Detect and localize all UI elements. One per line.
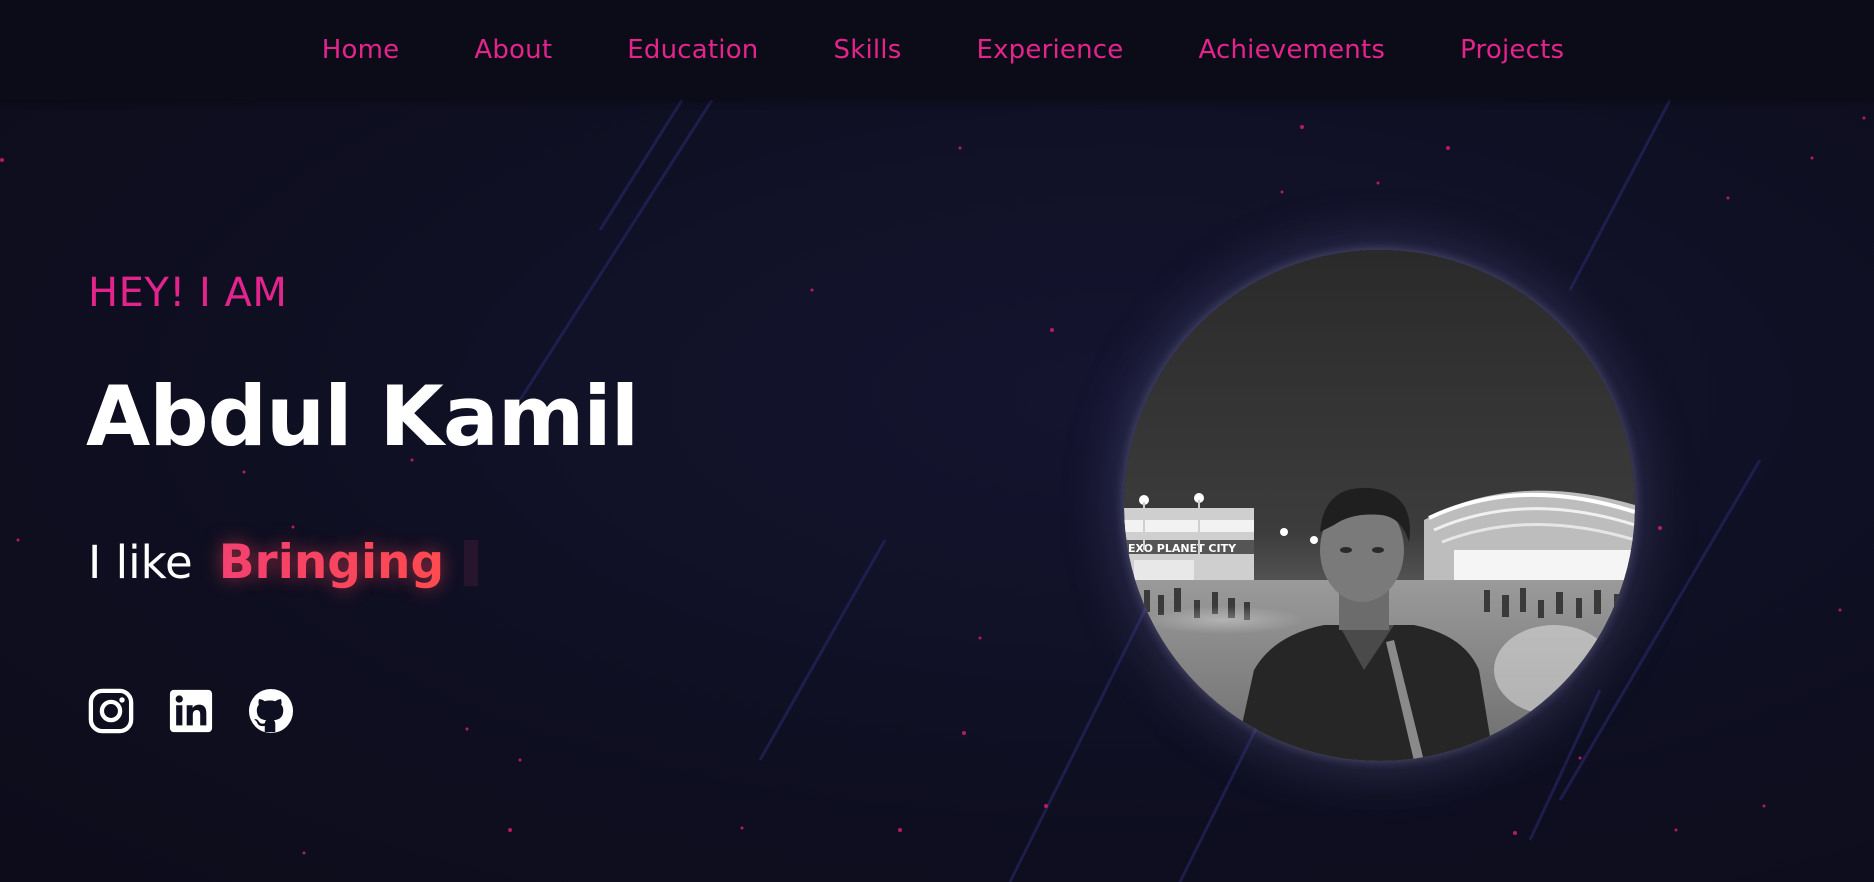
profile-photo: EXO PLANET CITY: [1124, 250, 1635, 761]
typewriter-cursor: [464, 539, 479, 586]
nav-link-home[interactable]: Home: [322, 35, 400, 65]
nav-link-about[interactable]: About: [474, 35, 552, 65]
nav-item-achievements: Achievements: [1198, 35, 1385, 65]
nav-link-projects[interactable]: Projects: [1460, 35, 1564, 65]
page: Home About Education Skills Experience A…: [0, 0, 1874, 882]
nav-link-education[interactable]: Education: [627, 35, 758, 65]
nav-link-experience[interactable]: Experience: [976, 35, 1123, 65]
nav-link-skills[interactable]: Skills: [833, 35, 901, 65]
linkedin-link[interactable]: [168, 688, 214, 734]
social-links: [88, 688, 294, 734]
hero-name: Abdul Kamil: [86, 368, 639, 465]
instagram-link[interactable]: [88, 688, 134, 734]
github-link[interactable]: [248, 688, 294, 734]
nav-menu: Home About Education Skills Experience A…: [322, 35, 1564, 65]
profile-photo-frame: EXO PLANET CITY: [1124, 250, 1635, 761]
nav-item-education: Education: [627, 35, 758, 65]
nav-item-projects: Projects: [1460, 35, 1564, 65]
instagram-icon: [88, 688, 134, 734]
linkedin-icon: [169, 689, 213, 733]
github-icon: [248, 688, 294, 734]
nav-item-skills: Skills: [833, 35, 901, 65]
hero-tagline: I like Bringing: [88, 535, 479, 590]
nav-item-about: About: [474, 35, 552, 65]
tagline-prefix: I like: [88, 536, 193, 589]
nav-link-achievements[interactable]: Achievements: [1198, 35, 1385, 65]
top-navbar: Home About Education Skills Experience A…: [0, 0, 1874, 100]
nav-item-home: Home: [322, 35, 400, 65]
typewriter-word: Bringing: [218, 535, 445, 590]
nav-item-experience: Experience: [976, 35, 1123, 65]
hero-greeting: HEY! I AM: [88, 270, 288, 316]
